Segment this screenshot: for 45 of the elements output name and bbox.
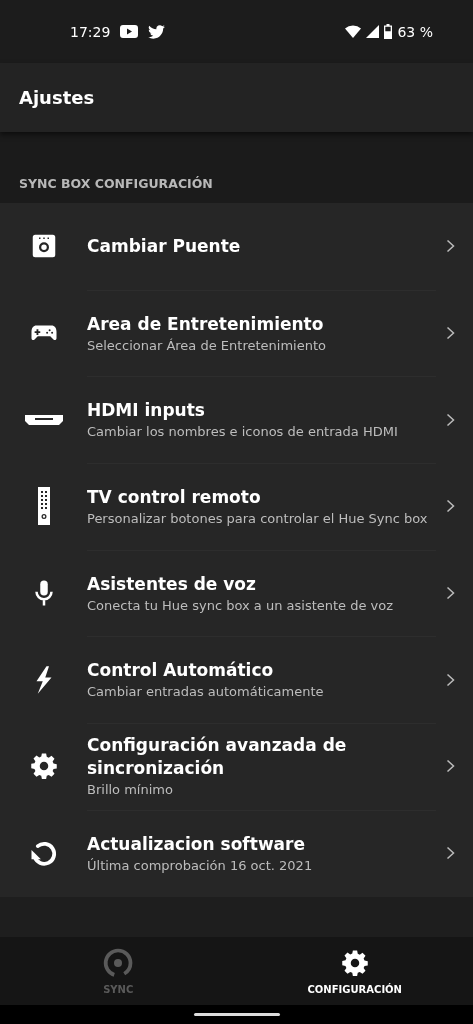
item-title: Area de Entretenimiento: [87, 312, 325, 336]
settings-icon: [28, 751, 59, 782]
item-subtitle: Conecta tu Hue sync box a un asistente de voz: [87, 596, 395, 615]
settings-item[interactable]: Asistentes de voz Conecta tu Hue sync box a un asistente de voz: [0, 549, 473, 637]
chevron-right-icon: [446, 499, 455, 514]
item-subtitle: Cambiar entradas automáticamente: [87, 683, 325, 702]
nav-tab[interactable]: CONFIGURACIÓN: [236, 937, 473, 1005]
chevron-right-icon: [446, 846, 455, 861]
sync-icon: [103, 947, 134, 978]
battery-icon: [384, 24, 393, 39]
status-time: 17:29: [70, 23, 111, 40]
chevron-right-icon: [446, 412, 455, 427]
settings-item[interactable]: Area de Entretenimiento Seleccionar Área de Entretenimiento: [0, 289, 473, 377]
item-title: Cambiar Puente: [87, 234, 242, 258]
settings-item[interactable]: TV control remoto Personalizar botones para controlar el Hue Sync box: [0, 463, 473, 550]
item-title: HDMI inputs: [87, 399, 206, 423]
item-title: Configuración avanzada de sincronización: [87, 734, 348, 781]
settings-item[interactable]: Configuración avanzada de sincronización Brillo mínimo: [0, 723, 473, 810]
chevron-right-icon: [446, 586, 455, 601]
settings-item[interactable]: Cambiar Puente: [0, 203, 473, 290]
signal-icon: [366, 25, 380, 38]
video-play-icon: [120, 25, 139, 38]
battery-percentage: 63 %: [397, 23, 433, 40]
item-subtitle: Cambiar los nombres e iconos de entrada HDMI: [87, 423, 399, 442]
item-title: TV control remoto: [87, 485, 262, 509]
settings-item[interactable]: Control Automático Cambiar entradas automáticamente: [0, 636, 473, 724]
chevron-right-icon: [446, 672, 455, 687]
settings-item[interactable]: HDMI inputs Cambiar los nombres e iconos de entrada HDMI: [0, 376, 473, 464]
page-title: Ajustes: [19, 87, 95, 108]
item-title: Control Automático: [87, 659, 275, 683]
bird-icon: [148, 24, 166, 39]
section-header: SYNC BOX CONFIGURACIÓN: [19, 176, 213, 191]
item-subtitle: Seleccionar Área de Entretenimiento: [87, 336, 327, 355]
item-title: Actualizacion software: [87, 832, 306, 856]
item-subtitle: Última comprobación 16 oct. 2021: [87, 856, 314, 875]
chevron-right-icon: [446, 759, 455, 774]
item-title: Asistentes de voz: [87, 572, 257, 596]
chevron-right-icon: [446, 239, 455, 254]
settings-item[interactable]: Actualizacion software Última comprobación 16 oct. 2021: [0, 809, 473, 897]
wifi-icon: [345, 25, 362, 38]
chevron-right-icon: [446, 326, 455, 341]
home-indicator[interactable]: [193, 1013, 280, 1016]
item-subtitle: Brillo mínimo: [87, 781, 174, 800]
remote-control-icon: [35, 486, 52, 527]
item-subtitle: Personalizar botones para controlar el Hue Sync box: [87, 509, 429, 528]
